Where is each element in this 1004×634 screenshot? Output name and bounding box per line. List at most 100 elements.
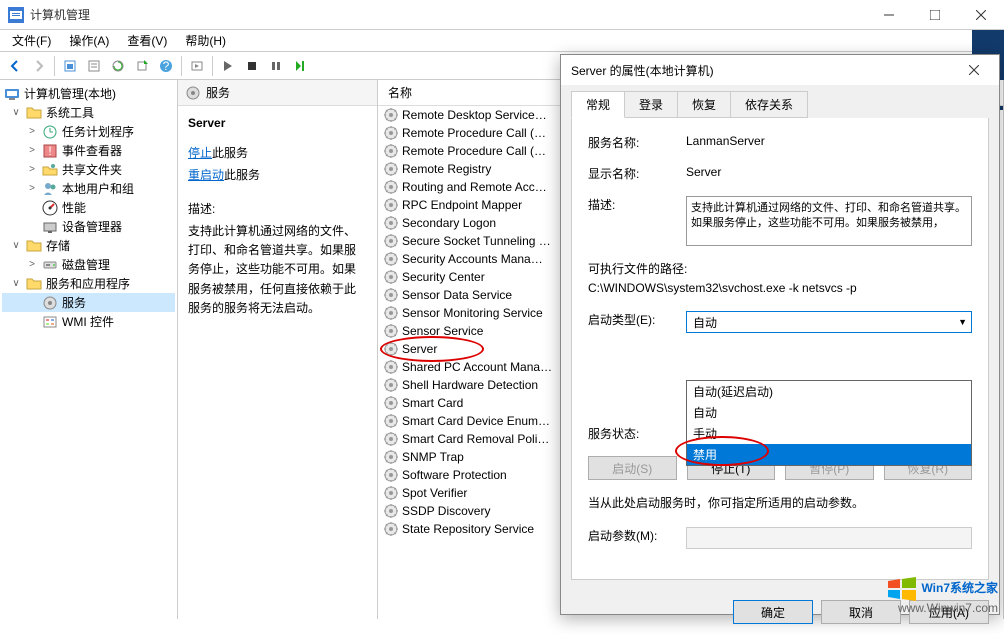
description-label: 描述: (588, 196, 686, 213)
menu-view[interactable]: 查看(V) (119, 30, 175, 51)
minimize-button[interactable] (866, 0, 912, 30)
display-name-value: Server (686, 165, 972, 179)
close-button[interactable] (958, 0, 1004, 30)
gear-icon (384, 270, 398, 284)
tree-group[interactable]: ∨服务和应用程序 (2, 274, 175, 293)
tab-logon[interactable]: 登录 (624, 91, 678, 118)
gear-icon (384, 414, 398, 428)
export-button[interactable] (131, 55, 153, 77)
tree-group[interactable]: ∨存储 (2, 236, 175, 255)
menu-action[interactable]: 操作(A) (61, 30, 117, 51)
tree-item[interactable]: >本地用户和组 (2, 179, 175, 198)
tree-item[interactable]: >磁盘管理 (2, 255, 175, 274)
gear-icon (384, 234, 398, 248)
tab-recovery[interactable]: 恢复 (677, 91, 731, 118)
option-auto[interactable]: 自动 (687, 402, 971, 423)
properties-button[interactable] (83, 55, 105, 77)
param-input[interactable] (686, 527, 972, 549)
menu-help[interactable]: 帮助(H) (177, 30, 234, 51)
desc-text: 支持此计算机通过网络的文件、打印、和命名管道共享。如果服务停止，这些功能不可用。… (188, 222, 367, 318)
gear-icon (384, 306, 398, 320)
option-disabled[interactable]: 禁用 (687, 444, 971, 465)
gear-icon (384, 108, 398, 122)
tree-item[interactable]: >任务计划程序 (2, 122, 175, 141)
svg-text:?: ? (163, 59, 170, 73)
restart-link[interactable]: 重启动 (188, 168, 224, 182)
windows-logo-icon (886, 577, 918, 601)
menu-file[interactable]: 文件(F) (4, 30, 59, 51)
app-icon (8, 7, 24, 23)
gear-icon (384, 198, 398, 212)
gear-icon (384, 144, 398, 158)
gear-icon (384, 450, 398, 464)
tree-root[interactable]: 计算机管理(本地) (2, 84, 175, 103)
tab-dependencies[interactable]: 依存关系 (730, 91, 808, 118)
dialog-tabs: 常规 登录 恢复 依存关系 (561, 85, 999, 118)
forward-button[interactable] (28, 55, 50, 77)
help-button[interactable]: ? (155, 55, 177, 77)
startup-type-dropdown[interactable]: 自动(延迟启动) 自动 手动 禁用 (686, 380, 972, 466)
tab-general[interactable]: 常规 (571, 91, 625, 118)
computer-icon (4, 86, 20, 102)
exe-path-label: 可执行文件的路径: (588, 260, 972, 277)
option-auto-delayed[interactable]: 自动(延迟启动) (687, 381, 971, 402)
status-label: 服务状态: (588, 425, 686, 442)
option-manual[interactable]: 手动 (687, 423, 971, 444)
stop-service-button[interactable] (241, 55, 263, 77)
window-title: 计算机管理 (30, 6, 866, 23)
back-button[interactable] (4, 55, 26, 77)
services-header: 服务 (206, 84, 230, 101)
exe-path-value: C:\WINDOWS\system32\svchost.exe -k netsv… (588, 281, 972, 295)
play-all-button[interactable] (186, 55, 208, 77)
service-name-label: 服务名称: (588, 134, 686, 151)
gear-icon (384, 126, 398, 140)
menubar: 文件(F) 操作(A) 查看(V) 帮助(H) (0, 30, 1004, 52)
gear-icon (384, 432, 398, 446)
gear-icon (384, 324, 398, 338)
restart-service-button[interactable] (289, 55, 311, 77)
gear-icon (384, 378, 398, 392)
desc-label: 描述: (188, 200, 367, 218)
gear-icon (384, 162, 398, 176)
gear-icon (384, 216, 398, 230)
svg-text:!: ! (48, 144, 51, 158)
dialog-title: Server 的属性(本地计算机) (571, 62, 959, 79)
startup-type-select[interactable]: 自动 ▼ (686, 311, 972, 333)
tree-item[interactable]: >共享文件夹 (2, 160, 175, 179)
selected-service-name: Server (188, 116, 367, 130)
tree-item[interactable]: 设备管理器 (2, 217, 175, 236)
gear-icon (186, 86, 200, 100)
tree-item[interactable]: 服务 (2, 293, 175, 312)
gear-icon (384, 252, 398, 266)
param-label: 启动参数(M): (588, 527, 686, 544)
tree-root-label: 计算机管理(本地) (24, 85, 116, 102)
startup-type-label: 启动类型(E): (588, 311, 686, 328)
gear-icon (384, 522, 398, 536)
tree-item[interactable]: 性能 (2, 198, 175, 217)
maximize-button[interactable] (912, 0, 958, 30)
stop-link[interactable]: 停止 (188, 146, 212, 160)
gear-icon (384, 486, 398, 500)
display-name-label: 显示名称: (588, 165, 686, 182)
chevron-down-icon: ▼ (958, 317, 967, 327)
start-button[interactable]: 启动(S) (588, 456, 677, 480)
tree-item[interactable]: >!事件查看器 (2, 141, 175, 160)
nav-tree[interactable]: 计算机管理(本地) ∨系统工具>任务计划程序>!事件查看器>共享文件夹>本地用户… (0, 80, 178, 619)
gear-icon (384, 342, 398, 356)
ok-button[interactable]: 确定 (733, 600, 813, 624)
gear-icon (384, 396, 398, 410)
tree-item[interactable]: WMI 控件 (2, 312, 175, 331)
start-service-button[interactable] (217, 55, 239, 77)
tree-group[interactable]: ∨系统工具 (2, 103, 175, 122)
up-button[interactable] (59, 55, 81, 77)
dialog-close-button[interactable] (959, 55, 989, 85)
dialog-titlebar: Server 的属性(本地计算机) (561, 55, 999, 85)
properties-dialog: Server 的属性(本地计算机) 常规 登录 恢复 依存关系 服务名称: La… (560, 54, 1000, 615)
refresh-button[interactable] (107, 55, 129, 77)
pause-service-button[interactable] (265, 55, 287, 77)
gear-icon (384, 360, 398, 374)
service-name-value: LanmanServer (686, 134, 972, 148)
services-header-bar: 服务 (178, 80, 377, 106)
gear-icon (384, 504, 398, 518)
description-box[interactable]: 支持此计算机通过网络的文件、打印、和命名管道共享。如果服务停止，这些功能不可用。… (686, 196, 972, 246)
